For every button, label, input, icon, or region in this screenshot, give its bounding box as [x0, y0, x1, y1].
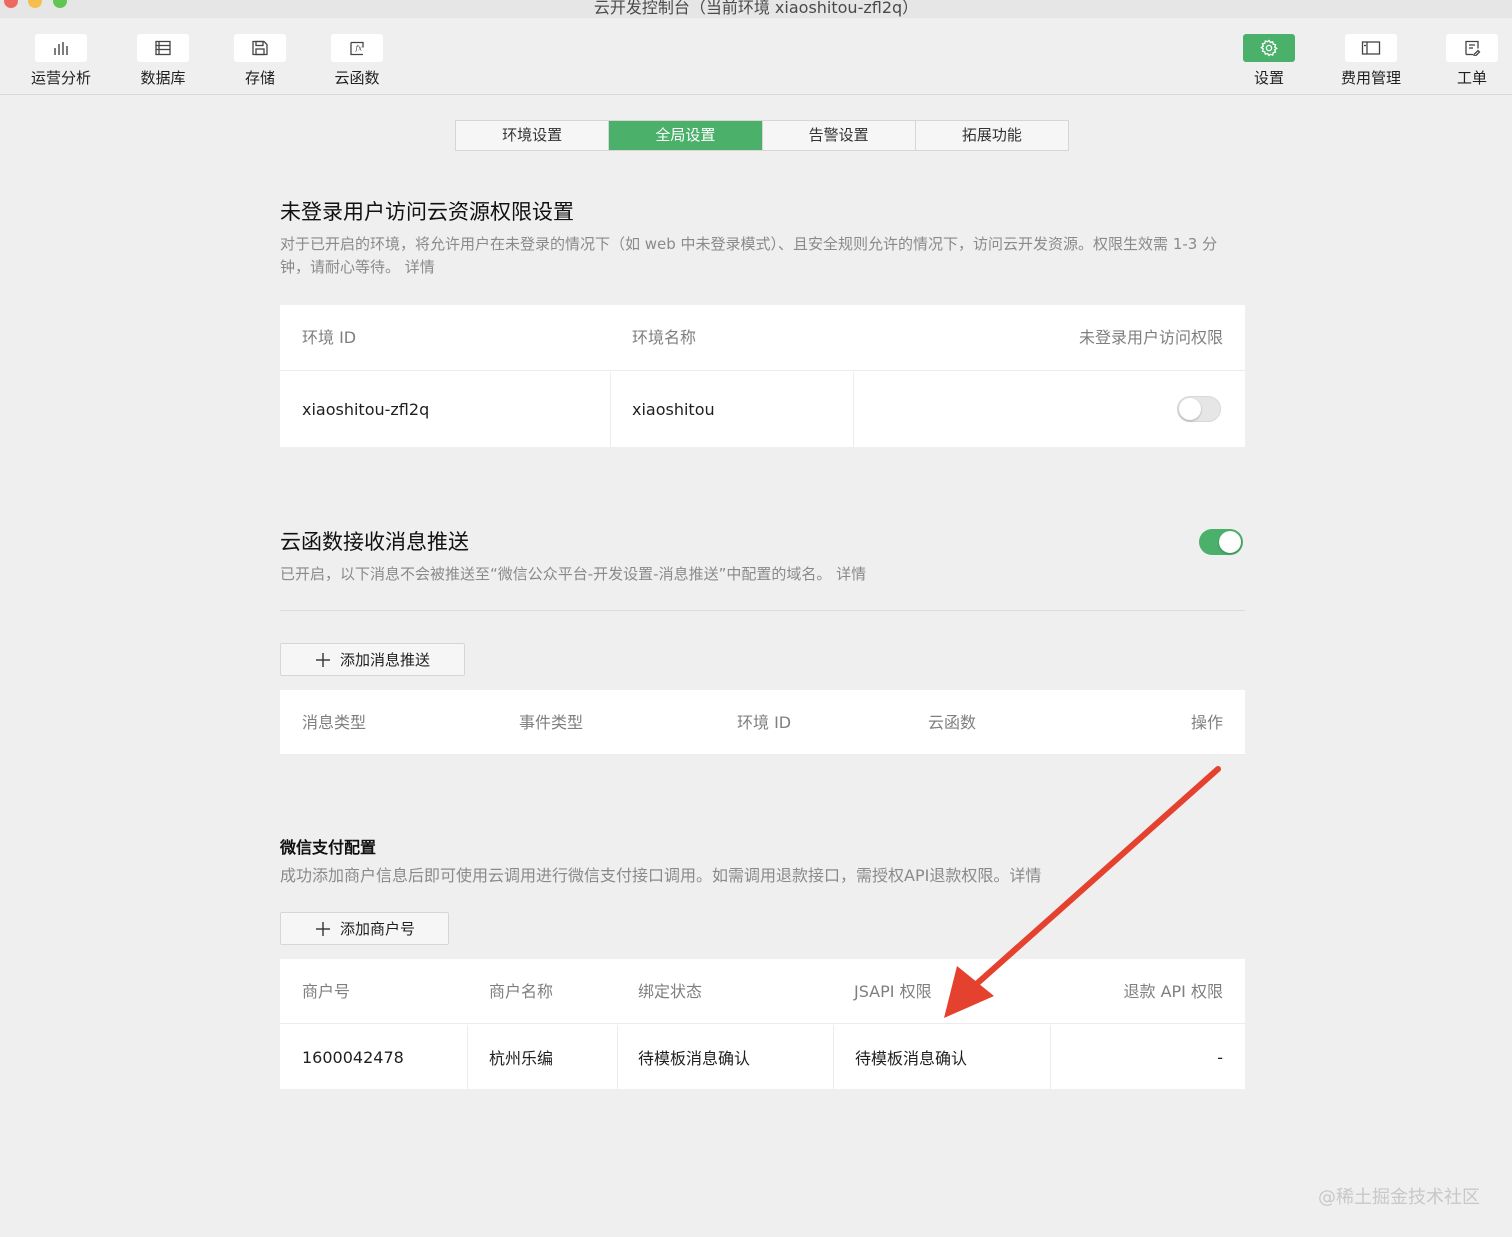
settings-tabs: 环境设置 全局设置 告警设置 拓展功能 — [455, 120, 1069, 151]
watermark: @稀土掘金技术社区 — [1318, 1187, 1480, 1208]
push-section-title: 云函数接收消息推送 — [280, 530, 469, 554]
table-header: 消息类型 事件类型 环境 ID 云函数 操作 — [280, 690, 1245, 755]
gear-icon — [1243, 34, 1295, 62]
ticket-icon — [1446, 34, 1498, 62]
toolbar-label: 设置 — [1253, 69, 1284, 87]
toggle-knob — [1219, 531, 1241, 553]
table-header: 环境 ID 环境名称 未登录用户访问权限 — [280, 305, 1245, 371]
column-header: 商户号 — [302, 982, 351, 1001]
button-label: 添加消息推送 — [340, 651, 431, 669]
function-icon: fx — [331, 34, 383, 62]
toolbar-item-database[interactable]: 数据库 — [118, 34, 208, 88]
env-id-cell: xiaoshitou-zfl2q — [302, 400, 430, 419]
column-header: 消息类型 — [302, 713, 367, 732]
annotation-arrow — [944, 766, 1221, 1018]
column-divider — [467, 1025, 468, 1089]
column-header: 商户名称 — [489, 982, 554, 1001]
toolbar-label: 数据库 — [140, 69, 186, 87]
push-table: 消息类型 事件类型 环境 ID 云函数 操作 — [280, 690, 1245, 755]
column-divider — [853, 372, 854, 447]
push-section-desc: 已开启，以下消息不会被推送至“微信公众平台-开发设置-消息推送”中配置的域名。 … — [280, 565, 867, 583]
title-bar: 云开发控制台（当前环境 xiaoshitou-zfl2q） — [0, 0, 1512, 18]
toolbar-label: 费用管理 — [1340, 69, 1401, 87]
table-row: xiaoshitou-zfl2q xiaoshitou — [280, 372, 1245, 447]
unauth-access-toggle[interactable] — [1177, 396, 1221, 422]
button-label: 添加商户号 — [340, 920, 416, 938]
toolbar: 运营分析 数据库 存储 fx 云函数 设置 费用管理 工单 — [0, 18, 1512, 95]
toolbar-item-ticket[interactable]: 工单 — [1427, 34, 1512, 88]
add-message-push-button[interactable]: 添加消息推送 — [280, 643, 465, 676]
toolbar-item-storage[interactable]: 存储 — [215, 34, 305, 88]
toolbar-item-analytics[interactable]: 运营分析 — [16, 34, 106, 88]
database-icon — [137, 34, 189, 62]
bind-status-cell: 待模板消息确认 — [638, 1049, 751, 1068]
column-header: 云函数 — [928, 713, 977, 732]
env-name-cell: xiaoshitou — [632, 400, 715, 419]
column-header: 环境名称 — [632, 328, 697, 347]
column-header: 环境 ID — [737, 713, 792, 732]
toolbar-label: 存储 — [244, 69, 275, 87]
wxpay-section-title: 微信支付配置 — [280, 838, 377, 857]
column-header: 事件类型 — [519, 713, 584, 732]
toolbar-item-billing[interactable]: 费用管理 — [1326, 34, 1416, 88]
toolbar-item-functions[interactable]: fx 云函数 — [312, 34, 402, 88]
tab-alert-settings[interactable]: 告警设置 — [763, 121, 916, 150]
billing-icon — [1345, 34, 1397, 62]
unauth-table: 环境 ID 环境名称 未登录用户访问权限 xiaoshitou-zfl2q xi… — [280, 305, 1245, 447]
plus-icon — [316, 922, 330, 936]
column-divider — [833, 1025, 834, 1089]
tab-env-settings[interactable]: 环境设置 — [456, 121, 610, 150]
unauth-section-title: 未登录用户访问云资源权限设置 — [280, 200, 574, 224]
svg-text:fx: fx — [355, 45, 363, 53]
unauth-section-desc: 对于已开启的环境，将允许用户在未登录的情况下（如 web 中未登录模式）、且安全… — [280, 235, 1218, 276]
toggle-knob — [1179, 398, 1201, 420]
add-merchant-button[interactable]: 添加商户号 — [280, 912, 449, 945]
column-divider — [610, 372, 611, 447]
storage-icon — [234, 34, 286, 62]
push-enable-toggle[interactable] — [1199, 529, 1243, 555]
jsapi-permission-cell: 待模板消息确认 — [855, 1049, 968, 1068]
plus-icon — [316, 653, 330, 667]
column-divider — [617, 1025, 618, 1089]
tab-extensions[interactable]: 拓展功能 — [916, 121, 1068, 150]
bar-chart-icon — [35, 34, 87, 62]
column-header: 绑定状态 — [638, 982, 703, 1001]
column-header: 未登录用户访问权限 — [1078, 328, 1223, 347]
column-header: 操作 — [1190, 713, 1223, 732]
merchant-id-cell: 1600042478 — [302, 1047, 404, 1067]
toolbar-label: 云函数 — [334, 69, 380, 87]
table-row: 1600042478 杭州乐编 待模板消息确认 待模板消息确认 - — [280, 1025, 1245, 1089]
column-header: 环境 ID — [302, 328, 357, 347]
column-header: JSAPI 权限 — [854, 982, 932, 1001]
refund-permission-cell: - — [1217, 1047, 1223, 1067]
window-title: 云开发控制台（当前环境 xiaoshitou-zfl2q） — [593, 0, 919, 17]
section-divider — [280, 610, 1245, 611]
merchant-name-cell: 杭州乐编 — [489, 1049, 554, 1068]
column-divider — [1050, 1025, 1051, 1089]
toolbar-item-settings[interactable]: 设置 — [1224, 34, 1314, 88]
tab-global-settings[interactable]: 全局设置 — [609, 121, 763, 150]
toolbar-label: 运营分析 — [30, 69, 91, 87]
toolbar-label: 工单 — [1456, 69, 1487, 87]
